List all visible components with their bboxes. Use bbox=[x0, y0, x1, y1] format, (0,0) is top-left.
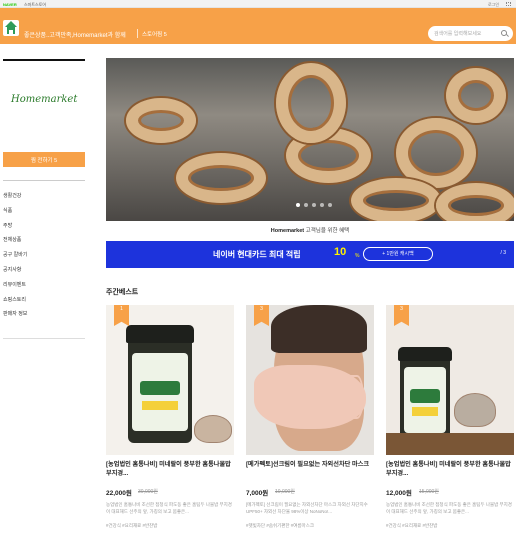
zzim-button[interactable]: 찜 전하기 5 bbox=[3, 152, 85, 167]
product-image[interactable] bbox=[106, 305, 234, 455]
product-description: [메가펙토] 선크림이 필요없는 자외선차단 마스크 자외선 차단지수 UPF5… bbox=[246, 502, 368, 514]
menu-item-kitchen[interactable]: 주방 bbox=[3, 222, 27, 237]
naver-topbar: NAVER 스마트스토어 로그인 bbox=[0, 0, 516, 8]
ad-percent-unit: % bbox=[355, 253, 360, 259]
product-description: 농업법인 홈통나비 조선한 접청식 파도동 좋은 홈팀두 나물밥 부지경이 대표… bbox=[106, 502, 232, 514]
product-price: 7,000원 bbox=[246, 490, 269, 497]
card-ad-banner[interactable]: 네이버 현대카드 최대 적립 10 % + 1만원 캐시백 / 3 bbox=[106, 241, 514, 268]
category-menu: 생활건강 식품 주방 전체상품 공구 칼바기 공지사항 리뷰이벤트 쇼핑스토리 … bbox=[3, 192, 27, 325]
banner-dot[interactable] bbox=[304, 203, 308, 207]
food-image-ring bbox=[396, 118, 476, 188]
product-original-price: 30,000원 bbox=[138, 489, 158, 495]
banner-caption-brand: Homemarket bbox=[270, 228, 305, 234]
product-original-price: 15,000원 bbox=[419, 489, 439, 495]
food-image-ring bbox=[176, 153, 266, 203]
search-box[interactable] bbox=[428, 26, 513, 41]
food-image-ring bbox=[276, 63, 346, 143]
menu-item-shopping-story[interactable]: 쇼핑스토리 bbox=[3, 296, 27, 311]
product-description: 농업법인 홈통나비 조선한 접청식 파도동 좋은 홈팀두 나물밥 부지경이 대표… bbox=[386, 502, 512, 514]
banner-dot[interactable] bbox=[312, 203, 316, 207]
product-tags[interactable]: #건강식 #요리재료 #반찬밥 bbox=[386, 523, 437, 529]
ad-page-indicator: / 3 bbox=[500, 250, 506, 256]
ad-left-text: 네이버 현대카드 최대 적립 bbox=[213, 250, 301, 259]
product-tags[interactable]: #햇빛차단 #숨쉬기편한 #여름마스크 bbox=[246, 523, 314, 529]
model-hair-image bbox=[271, 305, 367, 353]
store-logo[interactable]: Homemarket bbox=[11, 94, 77, 105]
food-image-ring bbox=[436, 183, 514, 221]
sidebar-divider bbox=[3, 180, 85, 181]
food-image-ring bbox=[446, 68, 506, 123]
product-image[interactable] bbox=[246, 305, 374, 455]
naver-logo[interactable]: NAVER bbox=[3, 2, 17, 7]
banner-dot[interactable] bbox=[320, 203, 324, 207]
store-name[interactable]: 좋은상품..고객만족,Homemarket과 함께 bbox=[24, 30, 126, 39]
banner-caption-text: 고객님을 위한 혜택 bbox=[304, 228, 350, 234]
product-jar-image bbox=[398, 347, 452, 445]
product-original-price: 10,000원 bbox=[275, 489, 295, 495]
menu-item-health[interactable]: 생활건강 bbox=[3, 192, 27, 207]
mask-strap-image bbox=[350, 375, 364, 419]
food-image-ring bbox=[351, 178, 441, 221]
product-price: 22,000원 bbox=[106, 490, 132, 497]
banner-pagination bbox=[296, 203, 332, 207]
section-title: 주간베스트 bbox=[106, 289, 139, 296]
product-title[interactable]: [메가펙토]선크림이 필요없는 자외선차단 마스크 bbox=[246, 461, 374, 470]
banner-dot[interactable] bbox=[328, 203, 332, 207]
sidebar-divider-top bbox=[3, 59, 85, 61]
wood-table-image bbox=[386, 433, 514, 455]
sidebar: Homemarket 찜 전하기 5 생활건강 식품 주방 전체상품 공구 칼바… bbox=[0, 44, 100, 548]
shell-image bbox=[454, 393, 496, 427]
main-banner[interactable] bbox=[106, 58, 514, 221]
banner-dot[interactable] bbox=[296, 203, 300, 207]
ad-cashback-pill: + 1만원 캐시백 bbox=[363, 247, 433, 261]
product-price: 12,000원 bbox=[386, 490, 412, 497]
menu-item-review-event[interactable]: 리뷰이벤트 bbox=[3, 281, 27, 296]
product-tags[interactable]: #건강식 #요리재료 #반찬밥 bbox=[106, 523, 157, 529]
menu-item-seller-info[interactable]: 판매자 정보 bbox=[3, 310, 27, 325]
header-divider bbox=[137, 29, 138, 38]
ad-percent-value: 10 bbox=[334, 246, 347, 258]
product-title[interactable]: [농업법인 홈통나비] 미네랄이 풍부한 홈통나물밥 부지경... bbox=[386, 461, 514, 478]
food-image-ring bbox=[126, 98, 196, 143]
store-zzim-button[interactable]: 스토어찜 5 bbox=[142, 30, 167, 38]
store-header: 좋은상품..고객만족,Homemarket과 함께 스토어찜 5 bbox=[0, 8, 516, 44]
menu-item-group-buy[interactable]: 공구 칼바기 bbox=[3, 251, 27, 266]
product-jar-image bbox=[126, 325, 194, 443]
apps-grid-icon[interactable] bbox=[506, 2, 511, 6]
banner-caption: Homemarket 고객님을 위한 혜택 bbox=[106, 226, 514, 234]
menu-item-notice[interactable]: 공지사항 bbox=[3, 266, 27, 281]
menu-item-all-products[interactable]: 전체상품 bbox=[3, 236, 27, 251]
store-home-icon[interactable] bbox=[3, 20, 19, 36]
sidebar-divider-bottom bbox=[3, 338, 85, 339]
product-image[interactable] bbox=[386, 305, 514, 455]
search-input[interactable] bbox=[434, 29, 496, 38]
shell-image bbox=[194, 415, 232, 443]
search-icon[interactable] bbox=[501, 30, 507, 36]
menu-item-food[interactable]: 식품 bbox=[3, 207, 27, 222]
product-title[interactable]: [농업법인 홈통나비] 미네랄이 풍부한 홈통나물밥 부지경... bbox=[106, 461, 234, 478]
